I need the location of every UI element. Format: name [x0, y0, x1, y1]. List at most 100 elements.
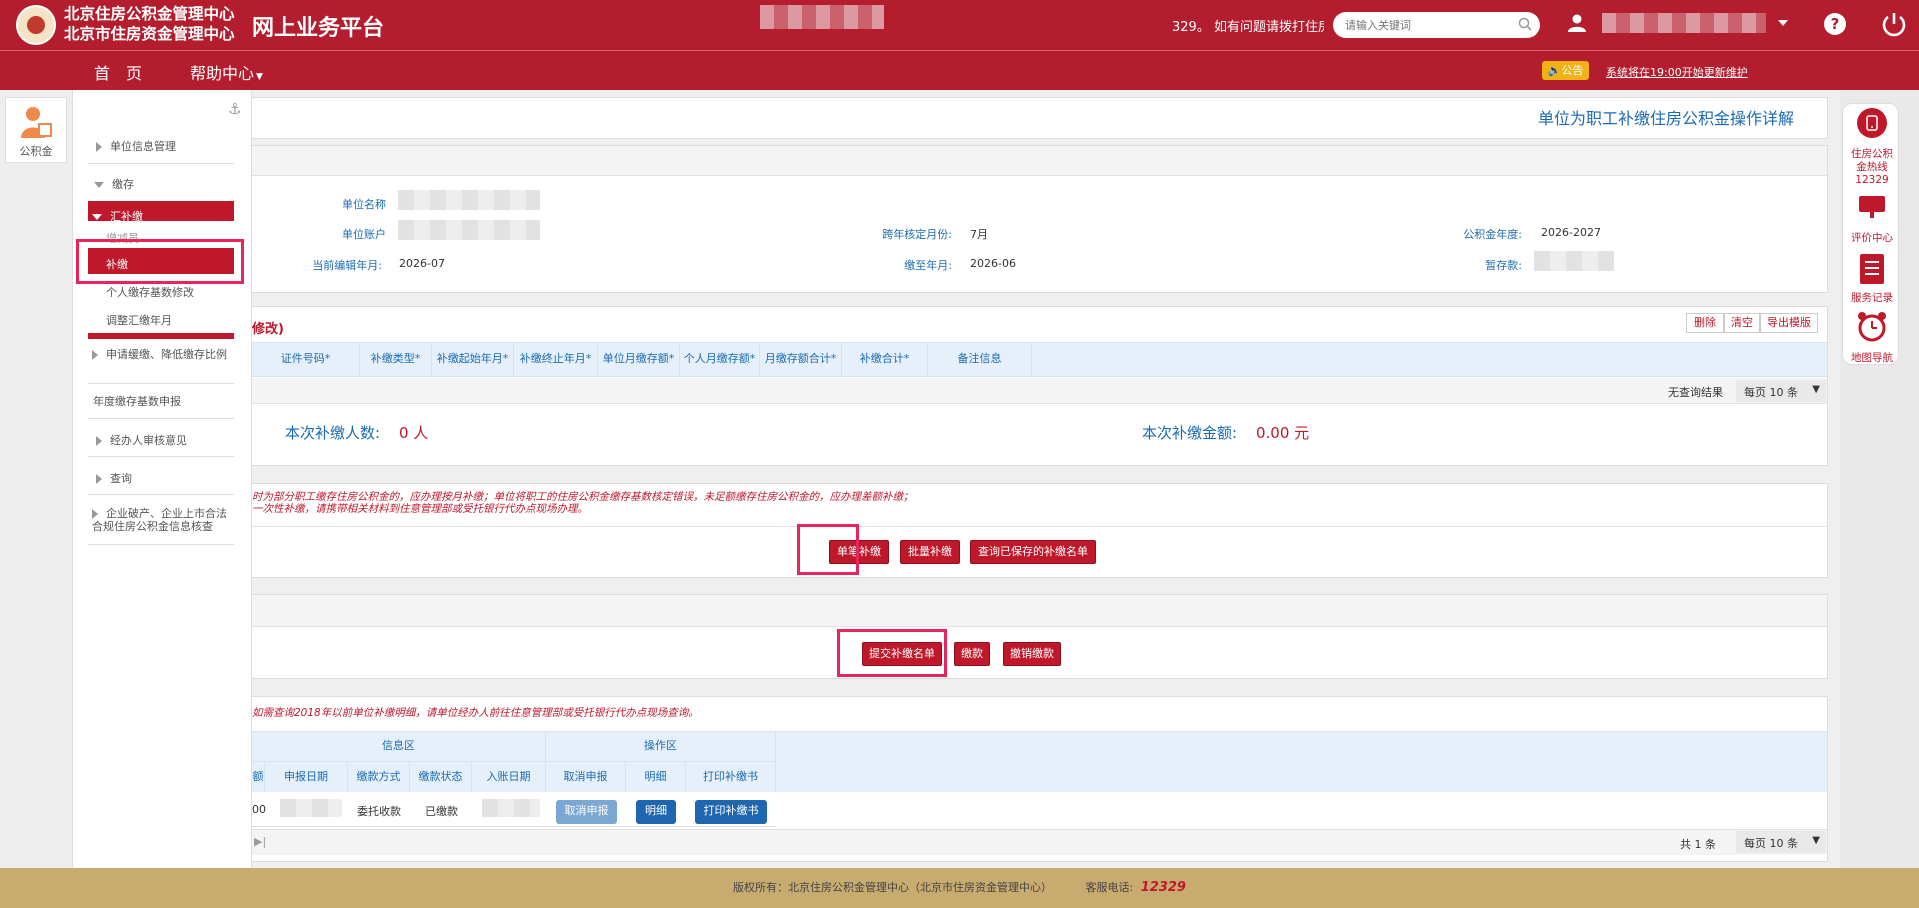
pin-icon[interactable]: ⚓	[228, 100, 241, 118]
sidebar-item-review[interactable]: 经办人审核意见	[96, 432, 187, 448]
cancel-report-button[interactable]: 取消申报	[556, 800, 617, 824]
sidebar-item-label: 经办人审核意见	[110, 434, 187, 447]
footer: 版权所有：北京住房公积金管理中心（北京市住房资金管理中心） 客服电话: 1232…	[0, 868, 1919, 908]
speaker-icon: 🔈	[1547, 64, 1562, 77]
redacted-banner	[760, 5, 884, 29]
nav-home[interactable]: 首 页	[94, 60, 142, 84]
chevron-down-icon[interactable]	[1778, 19, 1788, 27]
caret-down-icon	[94, 182, 104, 188]
sidebar-item-unit-info[interactable]: 单位信息管理	[96, 138, 176, 154]
export-template-button[interactable]: 导出模版	[1760, 313, 1818, 333]
record-icon[interactable]	[1857, 252, 1887, 286]
sidebar-item-defer[interactable]: 申请缓缴、降低缴存比例	[88, 348, 234, 362]
edit-month-value: 2026-07	[399, 257, 445, 270]
highlight-box-single	[797, 524, 859, 575]
page-size-value[interactable]: 每页 10 条	[1744, 384, 1798, 400]
info-group-header: 信息区	[252, 731, 546, 762]
col-personal-monthly: 个人月缴存额*	[680, 342, 760, 376]
help-icon[interactable]: ?	[1823, 12, 1847, 36]
sidebar-item-label: 申请缓缴、降低缴存比例	[106, 348, 227, 361]
app-gjj[interactable]: 公积金	[5, 97, 67, 163]
hcol-amount: 额	[252, 762, 265, 792]
hcol-post-date: 入账日期	[472, 762, 546, 792]
evaluation-link[interactable]: 评价中心	[1847, 232, 1897, 245]
alarm-clock-icon[interactable]	[1856, 310, 1888, 344]
row-pay-method: 委托收款	[357, 805, 401, 818]
sidebar-item-bankruptcy[interactable]: 企业破产、企业上市合法合规住房公积金信息核查	[92, 507, 234, 533]
row-amount: 00	[252, 803, 266, 816]
amount-label: 本次补缴金额:	[1142, 424, 1238, 442]
cancel-pay-button[interactable]: 撤销缴款	[1003, 642, 1061, 666]
print-button[interactable]: 打印补缴书	[695, 800, 767, 824]
page-size-select[interactable]: 每页 10 条 ▼	[1736, 380, 1826, 402]
hcol-pay-method: 缴款方式	[348, 762, 410, 792]
batch-supplement-button[interactable]: 批量补缴	[900, 540, 960, 564]
cross-year-value: 7月	[970, 228, 988, 241]
sidebar-item-label: 企业破产、企业上市合法合规住房公积金信息核查	[92, 507, 227, 533]
notice-link[interactable]: 系统将在19:00开始更新维护	[1606, 64, 1748, 80]
chevron-down-icon[interactable]: ▼	[1812, 384, 1820, 395]
note-line-2: 一次性补缴，请携带相关材料到住意管理部或受托银行代办点现场办理。	[252, 503, 588, 515]
caret-right-icon	[92, 350, 98, 360]
history-footer	[252, 829, 1827, 855]
paid-to-label: 缴至年月:	[904, 259, 952, 272]
hcol-pay-status: 缴款状态	[410, 762, 472, 792]
sidebar-item-deposit[interactable]: 缴存	[94, 176, 134, 192]
nav-help-center[interactable]: 帮助中心 ▼	[190, 60, 263, 84]
caret-down-icon[interactable]: ▼	[256, 72, 263, 82]
query-saved-button[interactable]: 查询已保存的补缴名单	[970, 540, 1096, 564]
user-icon[interactable]	[1567, 13, 1587, 33]
col-supplement-total: 补缴合计*	[842, 342, 928, 376]
col-monthly-total: 月缴存额合计*	[760, 342, 842, 376]
submit-header	[252, 595, 1827, 627]
highlight-box-submit	[837, 629, 947, 677]
sidebar-item-annual-base[interactable]: 年度缴存基数申报	[93, 393, 181, 409]
nav-help-label[interactable]: 帮助中心	[190, 64, 254, 83]
temp-deposit-value	[1534, 251, 1614, 271]
hotline-link[interactable]: 住房公积金热线12329	[1847, 148, 1897, 187]
row-post-date	[482, 799, 540, 817]
sidebar-item-base-modify[interactable]: 个人缴存基数修改	[106, 284, 194, 300]
org-name: 北京住房公积金管理中心 北京市住房资金管理中心	[64, 4, 235, 44]
platform-title: 网上业务平台	[252, 15, 385, 41]
copyright-text: 版权所有：北京住房公积金管理中心（北京市住房资金管理中心）	[733, 881, 1053, 894]
evaluation-icon[interactable]	[1857, 194, 1887, 220]
col-type: 补缴类型*	[360, 342, 432, 376]
sidebar-item-adjust-month[interactable]: 调整汇缴年月	[106, 312, 172, 328]
last-page-icon[interactable]: ▶|	[254, 835, 266, 848]
unit-account-value	[398, 220, 540, 240]
map-nav-link[interactable]: 地图导航	[1847, 352, 1897, 365]
fund-year-value: 2026-2027	[1541, 226, 1601, 239]
unit-name-label: 单位名称	[342, 198, 386, 211]
service-record-link[interactable]: 服务记录	[1847, 292, 1897, 305]
phone-icon[interactable]	[1857, 108, 1887, 138]
caret-right-icon	[96, 142, 102, 152]
edit-month-label: 当前编辑年月:	[312, 259, 382, 272]
org-name-line2: 北京市住房资金管理中心	[64, 24, 235, 43]
delete-button[interactable]: 删除	[1686, 313, 1724, 333]
row-pay-status: 已缴款	[425, 805, 458, 818]
sidebar-item-huibujiao[interactable]: 汇补缴	[92, 208, 143, 224]
history-page-size-value[interactable]: 每页 10 条	[1744, 835, 1798, 851]
power-icon[interactable]	[1880, 10, 1908, 38]
search-box[interactable]	[1333, 12, 1540, 38]
detail-button[interactable]: 明细	[636, 800, 676, 824]
caret-right-icon	[96, 474, 102, 484]
history-page-size-select[interactable]: 每页 10 条 ▼	[1736, 831, 1826, 853]
temp-deposit-label: 暂存款:	[1485, 259, 1522, 272]
notice-tag-label: 公告	[1561, 64, 1584, 77]
pay-button[interactable]: 缴款	[954, 642, 990, 666]
chevron-down-icon[interactable]: ▼	[1812, 835, 1820, 846]
search-icon[interactable]	[1518, 17, 1532, 31]
col-start-month: 补缴起始年月*	[432, 342, 514, 376]
divider	[88, 418, 234, 419]
search-input[interactable]	[1345, 16, 1505, 34]
op-group-header: 操作区	[546, 731, 776, 762]
hcol-cancel: 取消申报	[546, 762, 626, 792]
caret-right-icon	[96, 436, 102, 446]
sidebar-item-query[interactable]: 查询	[96, 470, 132, 486]
paid-to-value: 2026-06	[970, 257, 1016, 270]
clear-button[interactable]: 清空	[1724, 313, 1760, 333]
col-remarks: 备注信息	[928, 342, 1032, 376]
app-gjj-label[interactable]: 公积金	[6, 143, 66, 159]
